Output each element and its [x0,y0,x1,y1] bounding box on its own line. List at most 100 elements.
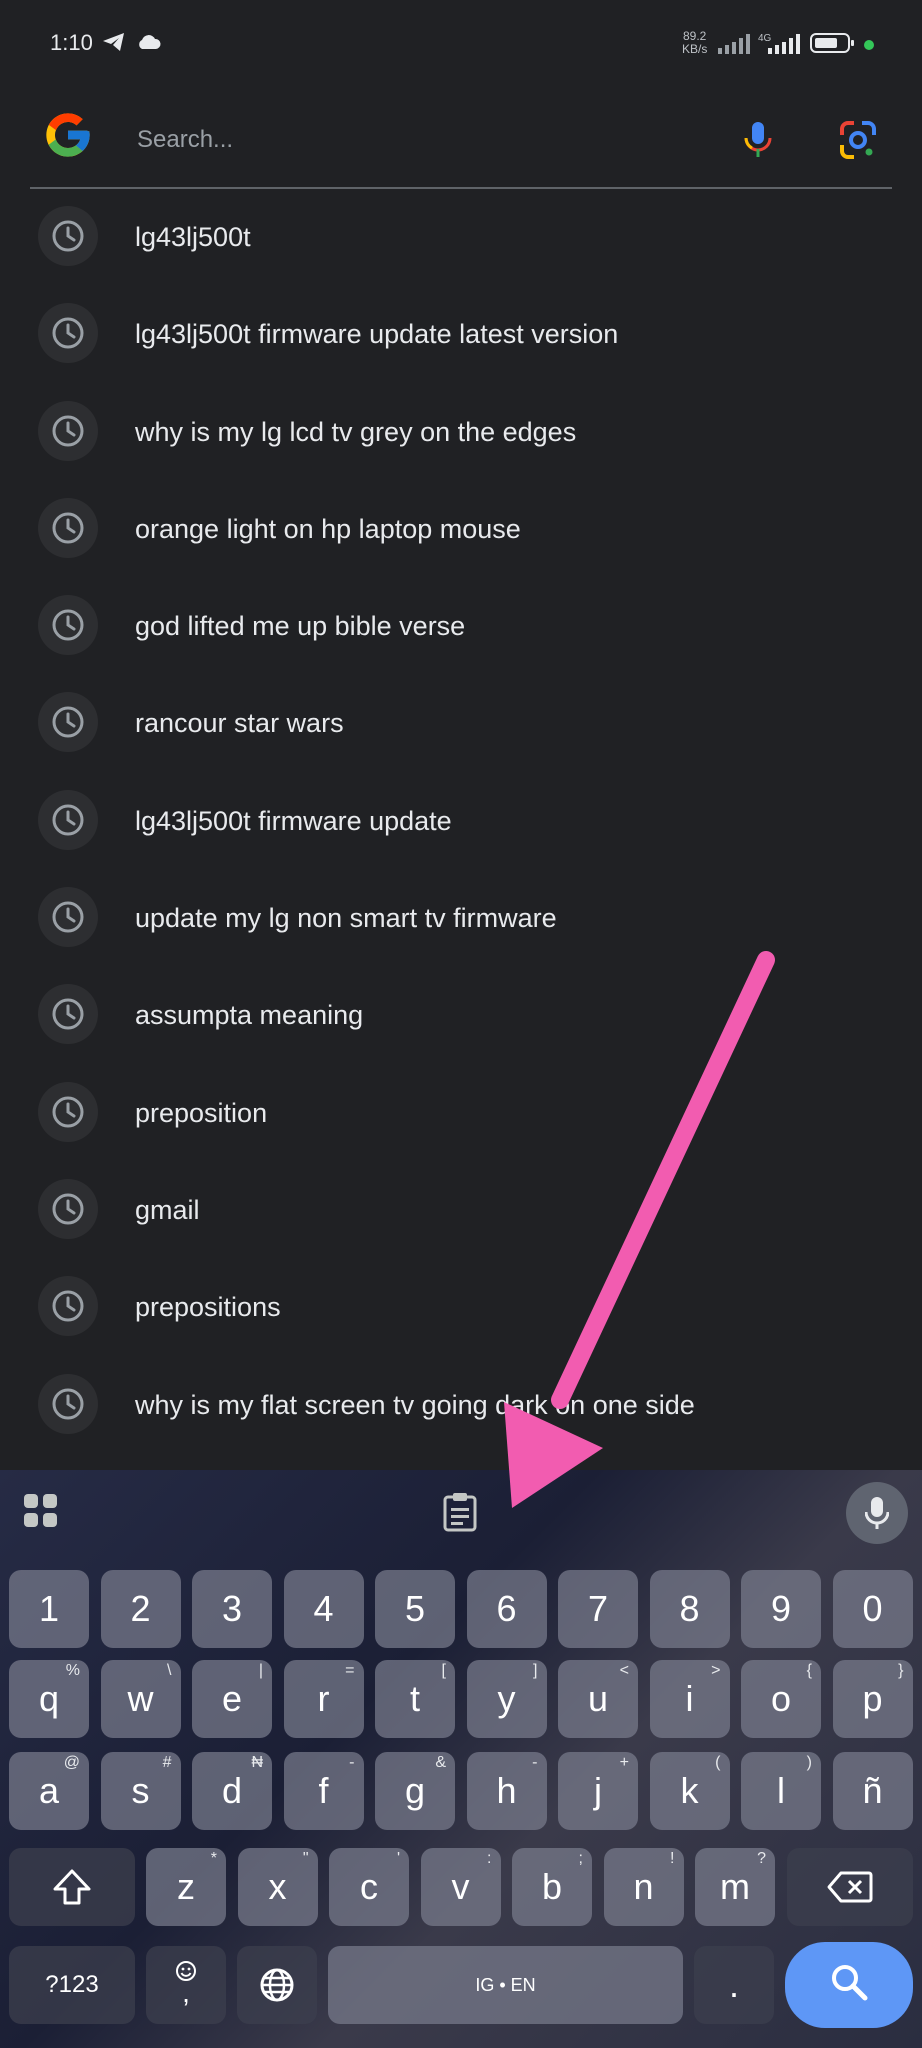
key-label: 5 [404,1588,426,1629]
key-label: z [177,1866,195,1907]
key-label: 9 [770,1588,792,1629]
history-item[interactable]: gmail [0,1161,922,1258]
key-7[interactable]: 7 [558,1570,638,1648]
keyboard-toolbar [0,1470,922,1554]
history-item-text: orange light on hp laptop mouse [135,513,521,544]
search-history-list: lg43lj500t lg43lj500t firmware update lat… [0,188,922,1453]
key-secondary-label: ? [757,1850,766,1867]
symbols-key[interactable]: ?123 [9,1946,135,2024]
key-2[interactable]: 2 [100,1570,181,1648]
key-s[interactable]: s # [100,1752,181,1830]
key-e[interactable]: e | [192,1660,272,1738]
key-label: b [541,1866,563,1907]
key-5[interactable]: 5 [375,1570,455,1648]
key-3[interactable]: 3 [192,1570,272,1648]
history-item[interactable]: lg43lj500t [0,188,922,285]
key-label: w [127,1678,154,1719]
key-k[interactable]: k( [649,1752,730,1830]
google-lens-icon[interactable] [833,115,883,165]
history-item[interactable]: orange light on hp laptop mouse [0,480,922,577]
key-secondary-label: > [711,1662,721,1679]
key-label: 2 [130,1588,151,1629]
key-secondary-label: ) [806,1754,812,1771]
key-secondary-label: # [162,1754,172,1771]
key-v[interactable]: v: [420,1848,501,1926]
key-label: i [685,1678,694,1719]
key-r[interactable]: r = [283,1660,364,1738]
history-clock-icon [38,887,98,948]
history-item[interactable]: why is my flat screen tv going dark on o… [0,1356,922,1453]
status-bar: 1:10 89.2 KB/s 4G [0,0,922,90]
key-l[interactable]: l) [741,1752,821,1830]
key-label: k [680,1770,699,1811]
key-8[interactable]: 8 [649,1570,730,1648]
shift-key[interactable] [9,1848,135,1926]
key-c[interactable]: c ' [329,1848,409,1926]
key-secondary-label: & [435,1754,446,1771]
spacebar[interactable]: IG • EN [328,1946,683,2024]
backspace-key[interactable] [787,1848,913,1926]
key-label: 6 [496,1588,517,1629]
key-4[interactable]: 4 [283,1570,364,1648]
key-label: . [728,1964,739,2005]
key-p[interactable]: p} [832,1660,913,1738]
key-6[interactable]: 6 [466,1570,547,1648]
history-item[interactable]: rancour star wars [0,674,922,771]
apps-grid-icon[interactable] [24,1494,58,1528]
history-item[interactable]: preposition [0,1064,922,1161]
key-secondary-label: ' [396,1850,400,1867]
key-1[interactable]: 1 [9,1570,89,1648]
history-item-text: lg43lj500t firmware update latest versio… [135,319,619,350]
emoji-comma-key[interactable]: , [146,1946,226,2024]
period-key[interactable]: . [694,1946,774,2024]
key-secondary-label: * [210,1850,217,1867]
key-f[interactable]: f- [283,1752,364,1830]
history-item[interactable]: why is my lg lcd tv grey on the edges [0,383,922,480]
history-item[interactable]: lg43lj500t firmware update [0,772,922,869]
key-9[interactable]: 9 [741,1570,821,1648]
key-n[interactable]: n! [603,1848,684,1926]
key-label: 7 [587,1588,609,1629]
key-t[interactable]: t[ [375,1660,455,1738]
key-0[interactable]: 0 [832,1570,913,1648]
history-item[interactable]: update my lg non smart tv firmware [0,869,922,966]
key-a[interactable]: a @ [9,1752,89,1830]
search-input[interactable] [135,119,739,161]
key-b[interactable]: b; [512,1848,592,1926]
key-m[interactable]: m? [695,1848,775,1926]
key-label: m [720,1866,750,1907]
history-item[interactable]: prepositions [0,1258,922,1355]
key-w[interactable]: w \ [100,1660,181,1738]
telegram-icon [103,33,124,51]
key-label: v [451,1866,470,1907]
key-g[interactable]: g & [375,1752,455,1830]
history-clock-icon [38,206,98,266]
privacy-indicator-dot [864,40,874,50]
key-u[interactable]: u < [558,1660,638,1738]
key-j[interactable]: j + [558,1752,638,1830]
key-label: r [317,1678,330,1719]
key-x[interactable]: x " [237,1848,318,1926]
history-item[interactable]: lg43lj500t firmware update latest versio… [0,285,922,382]
key-o[interactable]: o{ [741,1660,821,1738]
key-y[interactable]: y] [466,1660,547,1738]
key-ñ[interactable]: ñ [832,1752,913,1830]
key-label: 1 [38,1588,60,1629]
search-key[interactable] [785,1942,913,2028]
language-key[interactable] [237,1946,317,2024]
clipboard-icon[interactable] [442,1492,478,1532]
key-h[interactable]: h- [466,1752,547,1830]
comma-label: , [182,1977,190,2008]
key-d[interactable]: d ₦ [192,1752,272,1830]
history-item[interactable]: god lifted me up bible verse [0,577,922,674]
key-label: p [862,1678,883,1719]
history-item[interactable]: assumpta meaning [0,966,922,1063]
key-z[interactable]: z * [146,1848,226,1926]
key-secondary-label: ₦ [251,1754,263,1771]
keyboard-mic-button[interactable] [846,1482,908,1544]
google-logo-icon[interactable] [42,109,94,161]
voice-search-mic-icon[interactable] [733,115,783,165]
key-q[interactable]: q% [9,1660,89,1738]
key-secondary-label: + [619,1754,629,1771]
key-i[interactable]: i > [649,1660,730,1738]
